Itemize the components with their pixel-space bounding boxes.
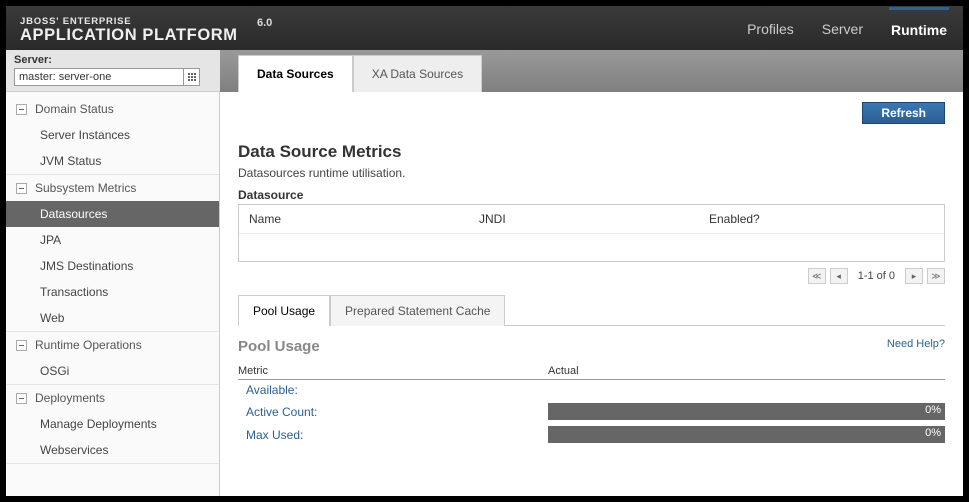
sidebar-item-server-instances[interactable]: Server Instances [6,122,219,148]
col-enabled: Enabled? [709,212,934,226]
metric-col-metric: Metric [238,365,548,377]
nav-server[interactable]: Server [820,9,865,48]
tab-pool-usage[interactable]: Pool Usage [238,295,330,326]
pager: ≪ ◂ 1-1 of 0 ▸ ≫ [238,262,945,294]
server-value: master: server-one [15,71,183,83]
svg-text:APPLICATION PLATFORM: APPLICATION PLATFORM [20,26,238,43]
metric-active-bar: 0% [548,403,945,420]
collapse-icon [16,340,27,351]
collapse-icon [16,104,27,115]
brand-logo: JBOSS' ENTERPRISE APPLICATION PLATFORM 6… [20,13,272,43]
col-jndi: JNDI [479,212,709,226]
tab-prepared-statement-cache[interactable]: Prepared Statement Cache [330,295,505,326]
metric-max-bar: 0% [548,426,945,443]
nav-runtime[interactable]: Runtime [889,7,949,49]
metric-available-label: Available: [238,383,548,397]
need-help-link[interactable]: Need Help? [887,338,945,350]
pool-usage-title: Pool Usage [238,338,945,355]
top-nav: Profiles Server Runtime [745,6,949,50]
sidebar-group-subsystem-metrics[interactable]: Subsystem Metrics [6,175,219,201]
collapse-icon [16,183,27,194]
tab-data-sources[interactable]: Data Sources [238,55,353,92]
sidebar-group-domain-status[interactable]: Domain Status [6,96,219,122]
sidebar-item-jvm-status[interactable]: JVM Status [6,148,219,174]
content-area: Refresh Data Source Metrics Datasources … [220,92,963,496]
pager-prev-icon[interactable]: ◂ [830,268,848,284]
pager-next-icon[interactable]: ▸ [905,268,923,284]
sidebar-item-osgi[interactable]: OSGi [6,358,219,384]
pager-last-icon[interactable]: ≫ [927,268,945,284]
col-name: Name [249,212,479,226]
sidebar-group-runtime-ops[interactable]: Runtime Operations [6,332,219,358]
sidebar-item-webservices[interactable]: Webservices [6,437,219,463]
refresh-button[interactable]: Refresh [862,102,945,124]
metric-max-pct: 0% [925,427,941,439]
brand-version: 6.0 [257,17,272,29]
sidebar-item-web[interactable]: Web [6,305,219,331]
sidebar: Domain Status Server Instances JVM Statu… [6,92,220,496]
page-description: Datasources runtime utilisation. [238,166,945,180]
pager-text: 1-1 of 0 [858,270,895,282]
table-body-empty [239,233,944,261]
datasource-label: Datasource [238,188,945,202]
top-header: JBOSS' ENTERPRISE APPLICATION PLATFORM 6… [6,6,963,50]
sub-header: Server: master: server-one Data Sources … [6,50,963,92]
datasource-table: Name JNDI Enabled? [238,204,945,262]
metric-col-actual: Actual [548,365,945,377]
dropdown-icon [183,69,199,85]
sidebar-item-jms[interactable]: JMS Destinations [6,253,219,279]
tab-xa-data-sources[interactable]: XA Data Sources [353,55,482,92]
sidebar-item-jpa[interactable]: JPA [6,227,219,253]
collapse-icon [16,393,27,404]
metric-max-label: Max Used: [238,428,548,442]
sidebar-group-deployments[interactable]: Deployments [6,385,219,411]
metric-active-label: Active Count: [238,405,548,419]
server-selector[interactable]: master: server-one [14,68,200,86]
pager-first-icon[interactable]: ≪ [808,268,826,284]
sidebar-item-manage-deployments[interactable]: Manage Deployments [6,411,219,437]
server-label: Server: [14,54,212,66]
page-title: Data Source Metrics [238,142,945,162]
sidebar-item-datasources[interactable]: Datasources [6,201,219,227]
sidebar-item-transactions[interactable]: Transactions [6,279,219,305]
nav-profiles[interactable]: Profiles [745,9,796,48]
metric-active-pct: 0% [925,404,941,416]
